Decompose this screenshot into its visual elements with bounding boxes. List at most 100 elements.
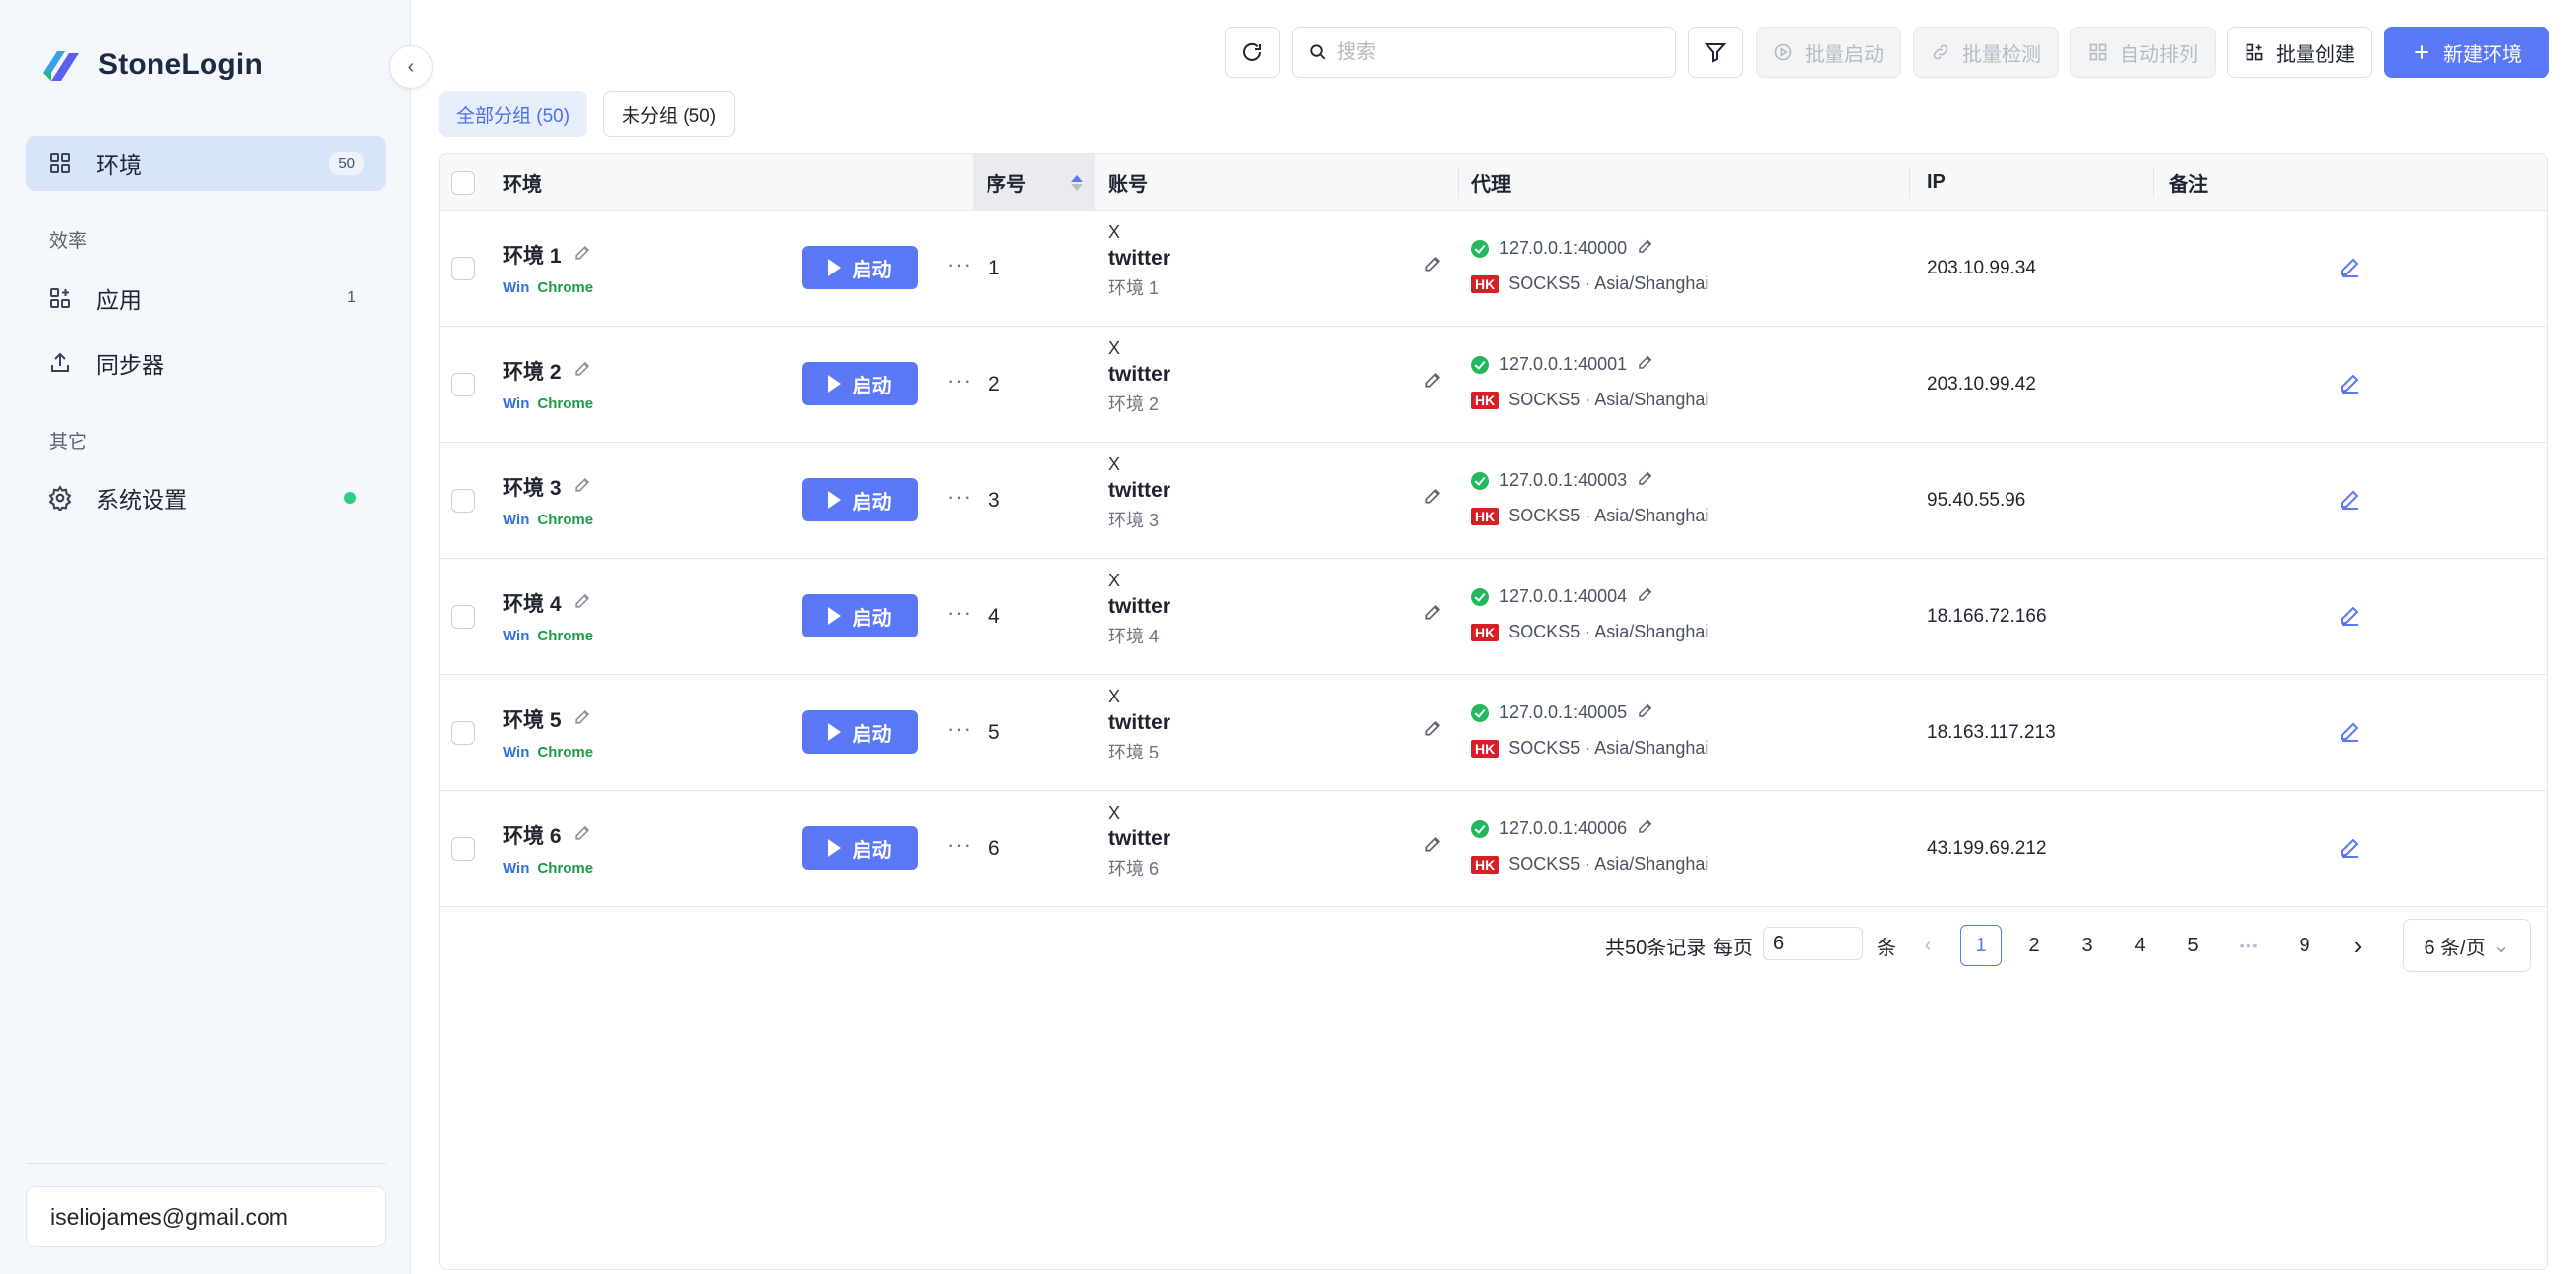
page-4[interactable]: 4 [2120, 925, 2161, 966]
row-checkbox[interactable] [451, 489, 475, 513]
account-env: 环境 4 [1108, 627, 1160, 646]
env-name[interactable]: 环境 1 [503, 240, 593, 270]
account-name: twitter [1108, 479, 1170, 502]
more-options-icon[interactable]: ··· [947, 252, 972, 277]
hk-flag-icon: HK [1471, 855, 1500, 874]
edit-pencil-icon[interactable] [573, 591, 592, 616]
page-5[interactable]: 5 [2173, 925, 2214, 966]
page-2[interactable]: 2 [2013, 925, 2055, 966]
batch-check-button[interactable]: 批量检测 [1913, 27, 2059, 78]
sidebar-item-apps[interactable]: 应用 1 [26, 271, 386, 326]
per-page-input[interactable] [1763, 927, 1863, 960]
more-options-icon[interactable]: ··· [947, 832, 972, 858]
edit-account-icon[interactable] [1423, 254, 1443, 278]
env-name[interactable]: 环境 6 [503, 820, 593, 850]
new-environment-button[interactable]: 新建环境 [2384, 27, 2549, 78]
column-header-seq[interactable]: 序号 [973, 154, 1095, 211]
batch-create-button[interactable]: 批量创建 [2227, 27, 2372, 78]
start-button[interactable]: 启动 [802, 826, 918, 870]
env-name[interactable]: 环境 2 [503, 356, 593, 386]
edit-note-icon[interactable] [2338, 719, 2362, 748]
page-size-select[interactable]: 6 条/页 ⌄ [2403, 919, 2531, 972]
auto-arrange-button[interactable]: 自动排列 [2070, 27, 2216, 78]
edit-proxy-icon[interactable] [1637, 237, 1654, 260]
more-options-icon[interactable]: ··· [947, 716, 972, 742]
edit-proxy-icon[interactable] [1637, 818, 1654, 840]
edit-pencil-icon[interactable] [573, 823, 592, 848]
edit-pencil-icon[interactable] [573, 707, 592, 732]
page-last[interactable]: 9 [2284, 925, 2325, 966]
brand-name: StoneLogin [98, 48, 263, 81]
row-checkbox[interactable] [451, 721, 475, 745]
edit-account-icon[interactable] [1423, 486, 1443, 511]
row-checkbox[interactable] [451, 605, 475, 629]
filter-button[interactable] [1688, 27, 1743, 78]
edit-note-icon[interactable] [2338, 487, 2362, 516]
row-checkbox[interactable] [451, 373, 475, 396]
start-button[interactable]: 启动 [802, 246, 918, 289]
start-button[interactable]: 启动 [802, 594, 918, 637]
page-3[interactable]: 3 [2067, 925, 2108, 966]
hk-flag-icon: HK [1471, 739, 1500, 758]
browser-tag: Chrome [537, 744, 594, 760]
select-all-checkbox[interactable] [451, 154, 475, 211]
page-size-label: 6 条/页 [2424, 937, 2486, 959]
brand[interactable]: StoneLogin [39, 43, 263, 87]
table-row: 环境 5 Win Chrome 启动 ··· 5 X twitter 环境 5 1… [440, 675, 2547, 791]
check-circle-icon [1471, 239, 1489, 258]
row-checkbox[interactable] [451, 837, 475, 861]
edit-proxy-icon[interactable] [1637, 469, 1654, 492]
edit-note-icon[interactable] [2338, 835, 2362, 864]
tab-ungrouped[interactable]: 未分组 (50) [603, 91, 736, 137]
next-page-button[interactable]: › [2337, 925, 2378, 966]
prev-page-button[interactable]: ‹ [1907, 925, 1948, 966]
tab-all-groups[interactable]: 全部分组 (50) [439, 91, 588, 137]
sidebar-item-label: 应用 [96, 287, 142, 313]
edit-pencil-icon[interactable] [573, 475, 592, 500]
edit-pencil-icon[interactable] [573, 243, 592, 268]
proxy-cell: 127.0.0.1:40000 HK SOCKS5 · Asia/Shangha… [1471, 237, 1708, 294]
edit-account-icon[interactable] [1423, 370, 1443, 394]
edit-proxy-icon[interactable] [1637, 585, 1654, 608]
edit-proxy-icon[interactable] [1637, 353, 1654, 376]
apps-count: 1 [347, 289, 356, 306]
browser-tag: Chrome [537, 628, 594, 644]
edit-account-icon[interactable] [1423, 602, 1443, 627]
start-button[interactable]: 启动 [802, 362, 918, 405]
more-options-icon[interactable]: ··· [947, 484, 972, 510]
batch-start-button[interactable]: 批量启动 [1756, 27, 1901, 78]
edit-proxy-icon[interactable] [1637, 701, 1654, 724]
collapse-sidebar-button[interactable]: ‹ [389, 45, 433, 89]
column-header-env[interactable]: 环境 [503, 154, 1014, 211]
edit-pencil-icon[interactable] [573, 359, 592, 384]
proxy-info: SOCKS5 · Asia/Shanghai [1508, 738, 1709, 758]
env-name[interactable]: 环境 4 [503, 588, 593, 618]
sidebar-item-synchronizer[interactable]: 同步器 [26, 335, 386, 391]
edit-note-icon[interactable] [2338, 371, 2362, 399]
edit-account-icon[interactable] [1423, 834, 1443, 859]
proxy-address: 127.0.0.1:40005 [1499, 702, 1628, 722]
env-name[interactable]: 环境 5 [503, 704, 593, 734]
start-button[interactable]: 启动 [802, 478, 918, 521]
hk-flag-icon: HK [1471, 623, 1500, 641]
browser-tag: Chrome [537, 279, 594, 296]
link-icon [1931, 42, 1950, 62]
env-name[interactable]: 环境 3 [503, 472, 593, 502]
more-options-icon[interactable]: ··· [947, 600, 972, 626]
row-checkbox[interactable] [451, 257, 475, 280]
sidebar-item-environments[interactable]: 环境 50 [26, 136, 386, 191]
table-row: 环境 1 Win Chrome 启动 ··· 1 X twitter 环境 1 1… [440, 211, 2547, 327]
search-input[interactable] [1337, 40, 1651, 64]
start-button[interactable]: 启动 [802, 710, 918, 754]
page-1[interactable]: 1 [1960, 925, 2002, 966]
page-ellipsis[interactable]: ••• [2229, 925, 2270, 966]
sidebar-item-system-settings[interactable]: 系统设置 [26, 470, 386, 525]
user-account-box[interactable]: iseliojames@gmail.com [26, 1186, 386, 1247]
account-env: 环境 5 [1108, 743, 1160, 762]
search-box[interactable] [1292, 27, 1676, 78]
edit-note-icon[interactable] [2338, 255, 2362, 283]
edit-note-icon[interactable] [2338, 603, 2362, 632]
edit-account-icon[interactable] [1423, 718, 1443, 743]
refresh-button[interactable] [1225, 27, 1280, 78]
more-options-icon[interactable]: ··· [947, 368, 972, 394]
